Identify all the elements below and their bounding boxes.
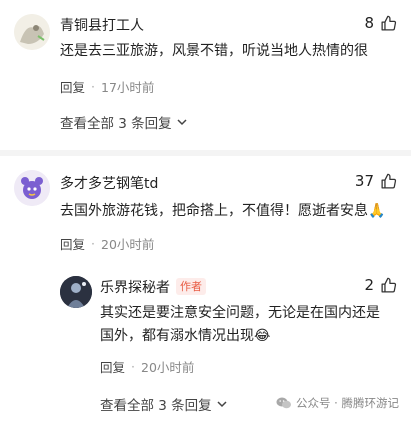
separator-dot: · bbox=[91, 236, 95, 251]
comment-time: 20小时前 bbox=[101, 237, 155, 252]
separator-dot: · bbox=[91, 79, 95, 94]
view-all-replies-label: 查看全部 3 条回复 bbox=[60, 116, 172, 132]
reply-username: 乐界探秘者 作者 bbox=[100, 277, 206, 297]
view-all-replies-label: 查看全部 3 条回复 bbox=[100, 398, 212, 414]
reply-text-line: 其实还是要注意安全问题，无论是在国内还是 bbox=[100, 305, 380, 321]
comment-item: 青铜县打工人 8 还是去三亚旅游，风景不错，听说当地人热情的很 回复 · 17小… bbox=[0, 0, 411, 150]
thumbs-up-icon bbox=[381, 277, 397, 293]
view-all-replies-button[interactable]: 查看全部 3 条回复 bbox=[60, 112, 188, 132]
like-button[interactable]: 2 bbox=[364, 276, 397, 294]
like-count: 2 bbox=[364, 276, 374, 294]
comment-item: 多才多艺钢笔td 37 去国外旅游花钱，把命搭上，不值得！愿逝者安息🙏 回复 ·… bbox=[0, 156, 411, 421]
chevron-down-icon bbox=[217, 401, 227, 408]
like-button[interactable]: 37 bbox=[355, 172, 397, 190]
comment-meta: 回复 · 20小时前 bbox=[60, 234, 154, 253]
reply-username-text[interactable]: 乐界探秘者 bbox=[100, 280, 170, 296]
watermark: 公众号 · 腾腾环游记 bbox=[276, 395, 399, 411]
like-button[interactable]: 8 bbox=[364, 14, 397, 32]
comment-text: 去国外旅游花钱，把命搭上，不值得！愿逝者安息🙏 bbox=[60, 203, 386, 219]
thumbs-up-icon bbox=[381, 15, 397, 31]
reply-button[interactable]: 回复 bbox=[100, 357, 125, 376]
avatar[interactable] bbox=[14, 14, 50, 50]
reply-text-line: 国外，都有溺水情况出现😂 bbox=[100, 328, 271, 344]
comment-username[interactable]: 多才多艺钢笔td bbox=[60, 173, 158, 193]
avatar-image bbox=[14, 14, 50, 50]
reply-meta: 回复 · 20小时前 bbox=[100, 357, 194, 376]
comment-meta: 回复 · 17小时前 bbox=[60, 77, 154, 96]
author-badge: 作者 bbox=[176, 278, 206, 295]
comment-username[interactable]: 青铜县打工人 bbox=[60, 15, 144, 35]
view-all-replies-button[interactable]: 查看全部 3 条回复 bbox=[100, 394, 228, 414]
reply-button[interactable]: 回复 bbox=[60, 77, 85, 96]
chevron-down-icon bbox=[177, 119, 187, 126]
nested-reply: 乐界探秘者 作者 2 其实还是要注意安全问题，无论是在国内还是 国外，都有溺水情况… bbox=[0, 266, 411, 376]
reply-text: 其实还是要注意安全问题，无论是在国内还是 国外，都有溺水情况出现😂 bbox=[100, 302, 400, 348]
watermark-text: 公众号 · 腾腾环游记 bbox=[296, 396, 399, 410]
like-count: 37 bbox=[354, 172, 374, 190]
avatar-image bbox=[60, 276, 92, 308]
separator-dot: · bbox=[131, 359, 135, 374]
avatar[interactable] bbox=[14, 170, 50, 206]
comment-text: 还是去三亚旅游，风景不错，听说当地人热情的很 bbox=[60, 43, 368, 59]
thumbs-up-icon bbox=[381, 173, 397, 189]
reply-time: 20小时前 bbox=[141, 360, 195, 375]
avatar[interactable] bbox=[60, 276, 92, 308]
reply-button[interactable]: 回复 bbox=[60, 234, 85, 253]
comment-time: 17小时前 bbox=[101, 80, 155, 95]
avatar-image bbox=[14, 170, 50, 206]
comment-list: 青铜县打工人 8 还是去三亚旅游，风景不错，听说当地人热情的很 回复 · 17小… bbox=[0, 0, 411, 421]
like-count: 8 bbox=[364, 14, 374, 32]
wechat-icon bbox=[276, 397, 292, 409]
